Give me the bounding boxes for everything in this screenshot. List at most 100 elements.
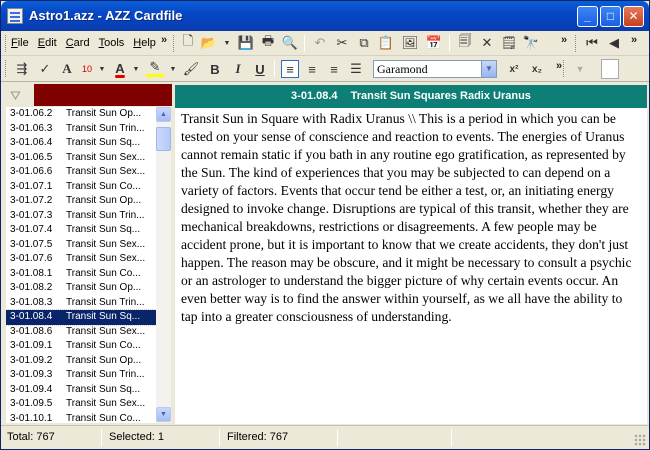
list-item[interactable]: 3-01.07.1 Transit Sun Co... xyxy=(6,180,156,195)
title-bar[interactable]: Astro1.azz - AZZ Cardfile _ □ ✕ xyxy=(1,1,649,31)
toolbar-grip[interactable] xyxy=(575,35,578,52)
filter-funnel-icon[interactable]: ⛛ xyxy=(10,88,28,104)
first-card-icon[interactable]: ⏮ xyxy=(583,34,601,52)
menu-card[interactable]: Card xyxy=(66,37,90,49)
menu-toolbar-row: File Edit Card Tools Help » 🗋 📂 ▼ 💾 🖶 🔍 … xyxy=(1,31,649,56)
list-item[interactable]: 3-01.06.6 Transit Sun Sex... xyxy=(6,165,156,180)
filter-bar[interactable] xyxy=(34,84,172,106)
color-dropdown-icon[interactable]: ▼ xyxy=(571,60,589,78)
card-properties-icon[interactable]: 🗒 xyxy=(500,34,518,52)
toolbar-grip[interactable] xyxy=(5,60,8,77)
list-item[interactable]: 3-01.09.2 Transit Sun Op... xyxy=(6,354,156,369)
previous-card-icon[interactable]: ◀ xyxy=(605,34,623,52)
list-item-code: 3-01.06.6 xyxy=(10,166,53,177)
scroll-up-arrow-icon[interactable]: ▲ xyxy=(156,107,171,122)
new-card-icon[interactable]: 🗐 xyxy=(456,33,474,52)
list-item[interactable]: 3-01.08.6 Transit Sun Sex... xyxy=(6,325,156,340)
scroll-down-arrow-icon[interactable]: ▼ xyxy=(156,407,171,422)
toolbar-overflow-chevron[interactable]: » xyxy=(561,34,567,46)
spellcheck-icon[interactable]: ✓ xyxy=(36,60,54,78)
list-item-label: Transit Sun Sq... xyxy=(66,311,141,322)
nav-overflow-chevron[interactable]: » xyxy=(631,34,637,46)
copy-icon[interactable]: ⧉ xyxy=(355,34,373,52)
cut-icon[interactable]: ✂ xyxy=(333,34,351,52)
font-size-dropdown-icon[interactable]: ▼ xyxy=(93,60,111,78)
toolbar-grip[interactable] xyxy=(563,60,566,77)
clear-format-icon[interactable]: 🖌 xyxy=(182,60,200,78)
format-overflow-chevron[interactable]: » xyxy=(556,60,562,72)
list-item[interactable]: 3-01.07.2 Transit Sun Op... xyxy=(6,194,156,209)
bold-button[interactable]: B xyxy=(206,60,224,78)
list-item[interactable]: 3-01.08.3 Transit Sun Trin... xyxy=(6,296,156,311)
highlight-dropdown-icon[interactable]: ▼ xyxy=(164,60,182,78)
list-item[interactable]: 3-01.09.5 Transit Sun Sex... xyxy=(6,397,156,412)
status-total: Total: 767 xyxy=(7,431,55,443)
align-left-icon[interactable]: ≡ xyxy=(281,60,299,78)
list-item[interactable]: 3-01.09.1 Transit Sun Co... xyxy=(6,339,156,354)
align-center-icon[interactable]: ≡ xyxy=(303,60,321,78)
list-item-code: 3-01.07.3 xyxy=(10,209,53,221)
font-name-select[interactable]: Garamond ▼ xyxy=(373,60,497,78)
list-item[interactable]: 3-01.06.5 Transit Sun Sex... xyxy=(6,151,156,166)
list-item-label: Transit Sun Co... xyxy=(66,180,141,192)
paste-icon[interactable]: 📋 xyxy=(377,34,395,52)
close-button[interactable]: ✕ xyxy=(623,6,644,27)
list-item[interactable]: 3-01.07.3 Transit Sun Trin... xyxy=(6,209,156,224)
align-right-icon[interactable]: ≡ xyxy=(325,60,343,78)
indent-icon[interactable]: ⇶ xyxy=(13,60,31,78)
list-item[interactable]: 3-01.08.2 Transit Sun Op... xyxy=(6,281,156,296)
list-item[interactable]: 3-01.10.1 Transit Sun Co... xyxy=(6,412,156,424)
subscript-button[interactable]: x₂ xyxy=(528,60,546,78)
new-file-icon[interactable]: 🗋 xyxy=(179,33,197,52)
scroll-thumb[interactable] xyxy=(156,127,171,151)
underline-button[interactable]: U xyxy=(251,60,269,78)
menu-tools[interactable]: Tools xyxy=(99,37,125,49)
list-scrollbar[interactable]: ▲ ▼ xyxy=(156,107,171,423)
list-item[interactable]: 3-01.07.6 Transit Sun Sex... xyxy=(6,252,156,267)
list-item[interactable]: 3-01.09.4 Transit Sun Sq... xyxy=(6,383,156,398)
toolbar-grip[interactable] xyxy=(173,35,176,52)
card-code: 3-01.08.4 xyxy=(291,90,338,102)
resize-grip-icon[interactable] xyxy=(634,434,646,446)
maximize-button[interactable]: □ xyxy=(600,6,621,27)
open-folder-icon[interactable]: 📂 xyxy=(200,34,218,52)
superscript-button[interactable]: x² xyxy=(505,60,523,78)
list-item[interactable]: 3-01.09.3 Transit Sun Trin... xyxy=(6,368,156,383)
insert-date-icon[interactable]: 📅 xyxy=(425,34,443,52)
card-text-editor[interactable]: Transit Sun in Square with Radix Uranus … xyxy=(175,108,647,424)
menu-edit[interactable]: Edit xyxy=(38,37,57,49)
find-binoculars-icon[interactable]: 🔭 xyxy=(522,34,540,52)
print-preview-icon[interactable]: 🔍 xyxy=(281,34,299,52)
save-icon[interactable]: 💾 xyxy=(237,34,255,52)
menu-help[interactable]: Help xyxy=(133,37,156,49)
font-color-dropdown-icon[interactable]: ▼ xyxy=(127,60,145,78)
highlight-icon[interactable]: ✎ xyxy=(146,59,164,77)
cardfile-app-icon[interactable] xyxy=(7,8,23,24)
list-item-code: 3-01.09.3 xyxy=(10,369,53,380)
list-item[interactable]: 3-01.06.4 Transit Sun Sq... xyxy=(6,136,156,151)
minimize-button[interactable]: _ xyxy=(577,6,598,27)
font-style-icon[interactable]: A xyxy=(58,60,76,78)
color-swatch[interactable] xyxy=(601,59,619,79)
menu-overflow-chevron[interactable]: » xyxy=(161,34,167,46)
list-item[interactable]: 3-01.08.1 Transit Sun Co... xyxy=(6,267,156,282)
undo-icon[interactable]: ↶ xyxy=(311,34,329,52)
list-item[interactable]: 3-01.07.5 Transit Sun Sex... xyxy=(6,238,156,253)
list-item[interactable]: 3-01.08.4 Transit Sun Sq... xyxy=(6,309,156,326)
open-dropdown-icon[interactable]: ▼ xyxy=(218,34,236,52)
list-item-code: 3-01.08.4 xyxy=(10,311,53,322)
delete-card-icon[interactable]: ✕ xyxy=(478,34,496,52)
list-item[interactable]: 3-01.06.2 Transit Sun Op... xyxy=(6,107,156,122)
toolbar-grip[interactable] xyxy=(5,35,8,52)
list-item-label: Transit Sun Co... xyxy=(66,412,141,424)
list-item[interactable]: 3-01.07.4 Transit Sun Sq... xyxy=(6,223,156,238)
menu-file[interactable]: File xyxy=(11,37,29,49)
list-item[interactable]: 3-01.06.3 Transit Sun Trin... xyxy=(6,122,156,137)
print-icon[interactable]: 🖶 xyxy=(259,33,277,52)
card-list[interactable]: 3-01.06.2 Transit Sun Op... 3-01.06.3 Trans… xyxy=(6,107,156,423)
font-name-dropdown-icon[interactable]: ▼ xyxy=(481,61,496,77)
bullet-list-icon[interactable]: ☰ xyxy=(347,60,365,78)
italic-button[interactable]: I xyxy=(229,60,247,78)
list-item-code: 3-01.06.4 xyxy=(10,137,53,148)
insert-picture-icon[interactable]: 🖼 xyxy=(401,34,419,52)
